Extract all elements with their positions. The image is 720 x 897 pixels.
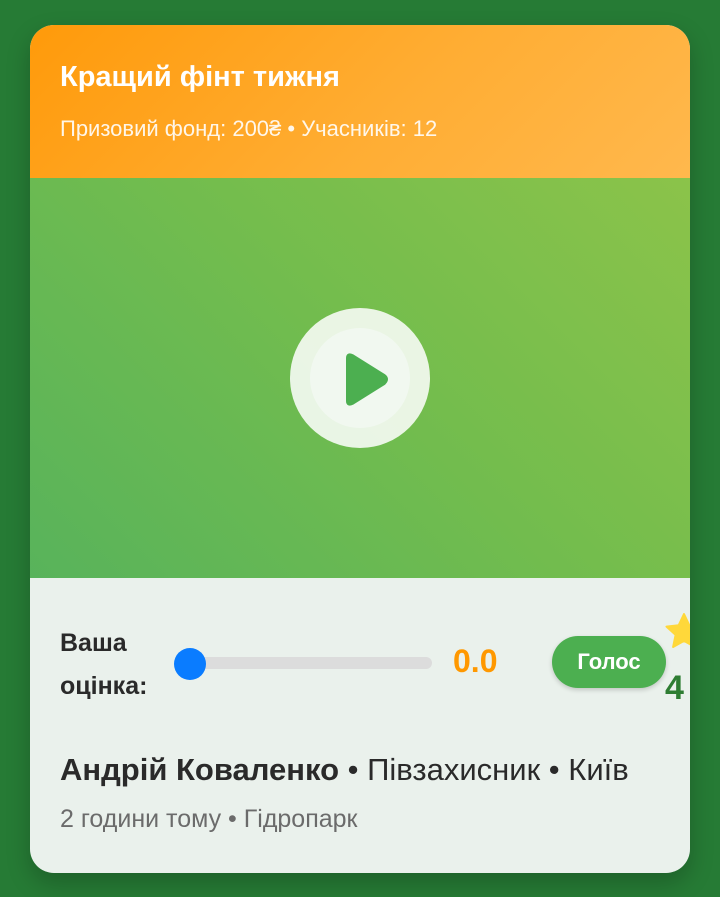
video-card: Кращий фінт тижня Призовий фонд: 200₴ • … <box>30 25 690 873</box>
vote-button[interactable]: Голос <box>552 636 666 688</box>
author-details: • Півзахисник • Київ <box>339 752 629 787</box>
rating-value: 0.0 <box>453 643 498 679</box>
rating-slider-thumb[interactable] <box>174 648 206 680</box>
author-line: Андрій Коваленко • Півзахисник • Київ <box>60 752 629 788</box>
star-count: 4 <box>665 669 684 707</box>
card-title: Кращий фінт тижня <box>60 61 340 93</box>
card-header: Кращий фінт тижня Призовий фонд: 200₴ • … <box>30 25 690 178</box>
star-icon <box>665 613 690 648</box>
play-button-inner <box>310 328 410 428</box>
play-button[interactable] <box>290 308 430 448</box>
play-icon <box>346 353 388 406</box>
author-name[interactable]: Андрій Коваленко <box>60 752 339 787</box>
post-meta: 2 години тому • Гідропарк <box>60 805 358 833</box>
rating-label: Ваша оцінка: <box>60 629 148 700</box>
video-preview[interactable] <box>30 178 690 578</box>
rating-slider-track[interactable] <box>190 657 432 669</box>
rating-row: Ваша оцінка: 0.0 Голос 4 <box>30 578 690 728</box>
card-subtitle: Призовий фонд: 200₴ • Учасників: 12 <box>60 116 438 141</box>
